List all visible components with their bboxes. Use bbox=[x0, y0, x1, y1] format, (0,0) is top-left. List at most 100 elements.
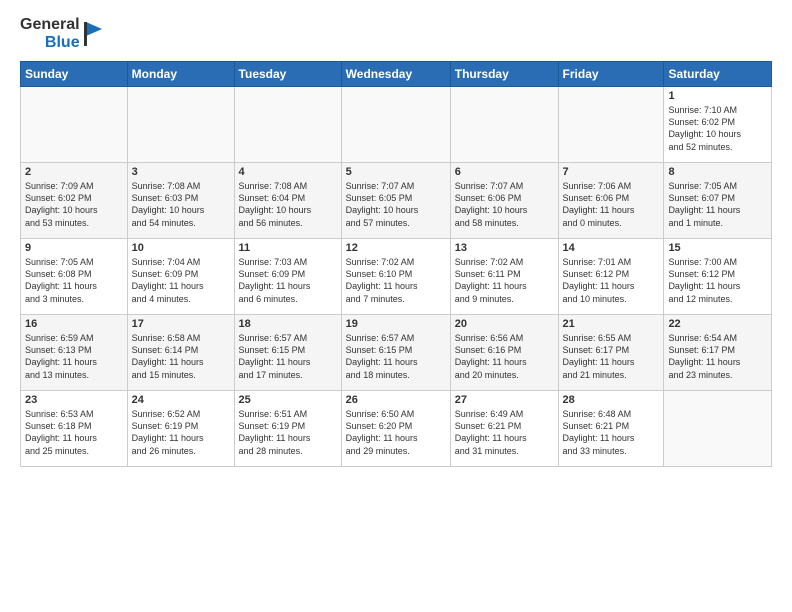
day-number: 6 bbox=[455, 166, 554, 178]
day-info: Sunrise: 7:00 AMSunset: 6:12 PMDaylight:… bbox=[668, 256, 767, 305]
week-row-2: 2 Sunrise: 7:09 AMSunset: 6:02 PMDaylight… bbox=[21, 163, 772, 239]
header: General Blue bbox=[20, 16, 772, 51]
day-info: Sunrise: 7:02 AMSunset: 6:11 PMDaylight:… bbox=[455, 256, 554, 305]
day-cell: 26 Sunrise: 6:50 AMSunset: 6:20 PMDayligh… bbox=[341, 391, 450, 467]
day-number: 25 bbox=[239, 394, 337, 406]
day-number: 20 bbox=[455, 318, 554, 330]
weekday-friday: Friday bbox=[558, 62, 664, 87]
day-info: Sunrise: 6:53 AMSunset: 6:18 PMDaylight:… bbox=[25, 408, 123, 457]
day-cell bbox=[234, 87, 341, 163]
day-cell: 23 Sunrise: 6:53 AMSunset: 6:18 PMDayligh… bbox=[21, 391, 128, 467]
weekday-sunday: Sunday bbox=[21, 62, 128, 87]
day-info: Sunrise: 7:03 AMSunset: 6:09 PMDaylight:… bbox=[239, 256, 337, 305]
day-info: Sunrise: 7:04 AMSunset: 6:09 PMDaylight:… bbox=[132, 256, 230, 305]
day-number: 3 bbox=[132, 166, 230, 178]
day-info: Sunrise: 7:10 AMSunset: 6:02 PMDaylight:… bbox=[668, 104, 767, 153]
day-cell: 15 Sunrise: 7:00 AMSunset: 6:12 PMDayligh… bbox=[664, 239, 772, 315]
day-info: Sunrise: 6:58 AMSunset: 6:14 PMDaylight:… bbox=[132, 332, 230, 381]
day-info: Sunrise: 7:07 AMSunset: 6:06 PMDaylight:… bbox=[455, 180, 554, 229]
day-cell: 4 Sunrise: 7:08 AMSunset: 6:04 PMDaylight… bbox=[234, 163, 341, 239]
day-number: 23 bbox=[25, 394, 123, 406]
page: General Blue SundayMondayTuesdayWednesda… bbox=[0, 0, 792, 612]
day-cell: 20 Sunrise: 6:56 AMSunset: 6:16 PMDayligh… bbox=[450, 315, 558, 391]
calendar: SundayMondayTuesdayWednesdayThursdayFrid… bbox=[20, 61, 772, 467]
day-cell: 9Sunrise: 7:05 AMSunset: 6:08 PMDaylight… bbox=[21, 239, 128, 315]
day-info: Sunrise: 7:02 AMSunset: 6:10 PMDaylight:… bbox=[346, 256, 446, 305]
day-info: Sunrise: 6:48 AMSunset: 6:21 PMDaylight:… bbox=[563, 408, 660, 457]
week-row-5: 23 Sunrise: 6:53 AMSunset: 6:18 PMDayligh… bbox=[21, 391, 772, 467]
day-info: Sunrise: 6:55 AMSunset: 6:17 PMDaylight:… bbox=[563, 332, 660, 381]
day-number: 15 bbox=[668, 242, 767, 254]
day-cell: 5 Sunrise: 7:07 AMSunset: 6:05 PMDaylight… bbox=[341, 163, 450, 239]
day-number: 9 bbox=[25, 242, 123, 254]
day-cell: 21 Sunrise: 6:55 AMSunset: 6:17 PMDayligh… bbox=[558, 315, 664, 391]
day-info: Sunrise: 7:09 AMSunset: 6:02 PMDaylight:… bbox=[25, 180, 123, 229]
day-cell bbox=[127, 87, 234, 163]
week-row-3: 9Sunrise: 7:05 AMSunset: 6:08 PMDaylight… bbox=[21, 239, 772, 315]
day-number: 16 bbox=[25, 318, 123, 330]
day-cell: 18 Sunrise: 6:57 AMSunset: 6:15 PMDayligh… bbox=[234, 315, 341, 391]
day-cell: 2 Sunrise: 7:09 AMSunset: 6:02 PMDaylight… bbox=[21, 163, 128, 239]
day-cell: 19 Sunrise: 6:57 AMSunset: 6:15 PMDayligh… bbox=[341, 315, 450, 391]
day-number: 2 bbox=[25, 166, 123, 178]
day-number: 1 bbox=[668, 90, 767, 102]
day-number: 4 bbox=[239, 166, 337, 178]
weekday-monday: Monday bbox=[127, 62, 234, 87]
day-number: 8 bbox=[668, 166, 767, 178]
day-info: Sunrise: 6:49 AMSunset: 6:21 PMDaylight:… bbox=[455, 408, 554, 457]
day-number: 19 bbox=[346, 318, 446, 330]
day-info: Sunrise: 7:08 AMSunset: 6:03 PMDaylight:… bbox=[132, 180, 230, 229]
day-info: Sunrise: 6:51 AMSunset: 6:19 PMDaylight:… bbox=[239, 408, 337, 457]
day-number: 28 bbox=[563, 394, 660, 406]
day-number: 18 bbox=[239, 318, 337, 330]
day-cell: 16 Sunrise: 6:59 AMSunset: 6:13 PMDayligh… bbox=[21, 315, 128, 391]
day-number: 10 bbox=[132, 242, 230, 254]
weekday-tuesday: Tuesday bbox=[234, 62, 341, 87]
day-cell: 7 Sunrise: 7:06 AMSunset: 6:06 PMDaylight… bbox=[558, 163, 664, 239]
day-cell: 10 Sunrise: 7:04 AMSunset: 6:09 PMDayligh… bbox=[127, 239, 234, 315]
day-cell: 11 Sunrise: 7:03 AMSunset: 6:09 PMDayligh… bbox=[234, 239, 341, 315]
week-row-4: 16 Sunrise: 6:59 AMSunset: 6:13 PMDayligh… bbox=[21, 315, 772, 391]
day-number: 5 bbox=[346, 166, 446, 178]
day-info: Sunrise: 7:07 AMSunset: 6:05 PMDaylight:… bbox=[346, 180, 446, 229]
day-cell: 3 Sunrise: 7:08 AMSunset: 6:03 PMDaylight… bbox=[127, 163, 234, 239]
day-number: 13 bbox=[455, 242, 554, 254]
day-cell: 25 Sunrise: 6:51 AMSunset: 6:19 PMDayligh… bbox=[234, 391, 341, 467]
day-cell: 27 Sunrise: 6:49 AMSunset: 6:21 PMDayligh… bbox=[450, 391, 558, 467]
day-number: 14 bbox=[563, 242, 660, 254]
day-cell: 13 Sunrise: 7:02 AMSunset: 6:11 PMDayligh… bbox=[450, 239, 558, 315]
day-info: Sunrise: 7:05 AMSunset: 6:07 PMDaylight:… bbox=[668, 180, 767, 229]
day-info: Sunrise: 7:08 AMSunset: 6:04 PMDaylight:… bbox=[239, 180, 337, 229]
day-cell bbox=[558, 87, 664, 163]
day-number: 22 bbox=[668, 318, 767, 330]
day-info: Sunrise: 6:57 AMSunset: 6:15 PMDaylight:… bbox=[239, 332, 337, 381]
day-number: 21 bbox=[563, 318, 660, 330]
day-cell: 28 Sunrise: 6:48 AMSunset: 6:21 PMDayligh… bbox=[558, 391, 664, 467]
day-cell: 6 Sunrise: 7:07 AMSunset: 6:06 PMDaylight… bbox=[450, 163, 558, 239]
day-number: 11 bbox=[239, 242, 337, 254]
day-info: Sunrise: 6:57 AMSunset: 6:15 PMDaylight:… bbox=[346, 332, 446, 381]
day-info: Sunrise: 7:06 AMSunset: 6:06 PMDaylight:… bbox=[563, 180, 660, 229]
week-row-1: 1 Sunrise: 7:10 AMSunset: 6:02 PMDaylight… bbox=[21, 87, 772, 163]
logo-general-text: General bbox=[20, 16, 80, 34]
day-number: 7 bbox=[563, 166, 660, 178]
day-number: 17 bbox=[132, 318, 230, 330]
day-number: 26 bbox=[346, 394, 446, 406]
weekday-wednesday: Wednesday bbox=[341, 62, 450, 87]
day-info: Sunrise: 6:52 AMSunset: 6:19 PMDaylight:… bbox=[132, 408, 230, 457]
day-info: Sunrise: 6:56 AMSunset: 6:16 PMDaylight:… bbox=[455, 332, 554, 381]
day-cell bbox=[341, 87, 450, 163]
day-cell: 17 Sunrise: 6:58 AMSunset: 6:14 PMDayligh… bbox=[127, 315, 234, 391]
day-cell: 12 Sunrise: 7:02 AMSunset: 6:10 PMDayligh… bbox=[341, 239, 450, 315]
logo-container: General Blue bbox=[20, 16, 104, 51]
day-info: Sunrise: 6:54 AMSunset: 6:17 PMDaylight:… bbox=[668, 332, 767, 381]
day-info: Sunrise: 7:01 AMSunset: 6:12 PMDaylight:… bbox=[563, 256, 660, 305]
logo-flag-icon bbox=[82, 20, 104, 48]
day-number: 27 bbox=[455, 394, 554, 406]
day-cell bbox=[664, 391, 772, 467]
day-number: 12 bbox=[346, 242, 446, 254]
day-cell: 22 Sunrise: 6:54 AMSunset: 6:17 PMDayligh… bbox=[664, 315, 772, 391]
day-info: Sunrise: 6:59 AMSunset: 6:13 PMDaylight:… bbox=[25, 332, 123, 381]
day-info: Sunrise: 6:50 AMSunset: 6:20 PMDaylight:… bbox=[346, 408, 446, 457]
day-cell bbox=[21, 87, 128, 163]
